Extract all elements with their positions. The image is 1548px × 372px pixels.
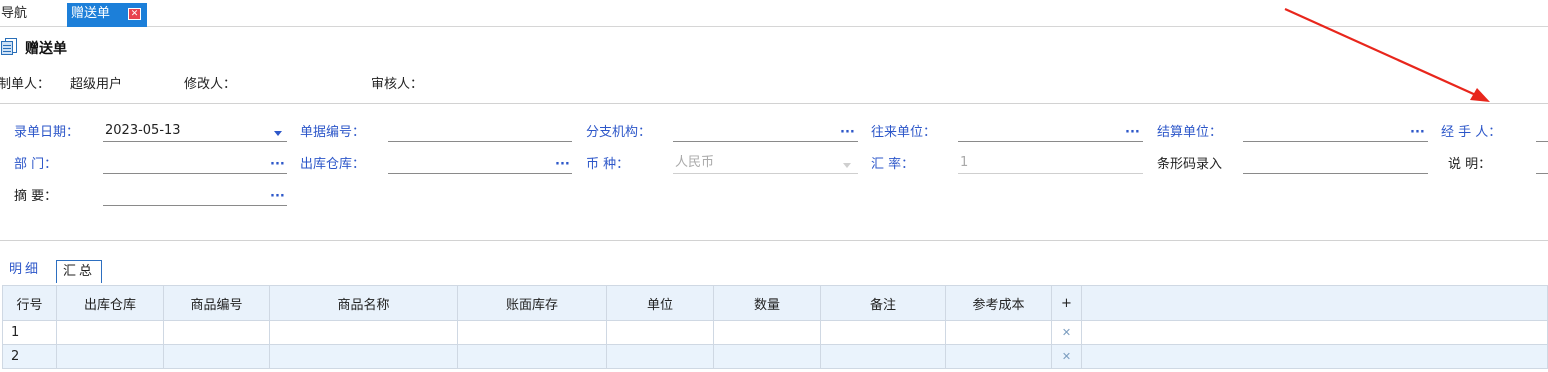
- branch-field[interactable]: [673, 122, 858, 142]
- cell-warehouse[interactable]: [56, 344, 164, 369]
- chevron-down-icon[interactable]: [274, 131, 282, 136]
- divider: [0, 240, 1548, 241]
- note-label: 说 明：: [1448, 157, 1492, 172]
- doc-no-label: 单据编号：: [300, 125, 366, 140]
- cell-ref-cost: [945, 344, 1052, 369]
- maker-label: 制单人：: [0, 77, 51, 92]
- currency-label: 币 种：: [586, 157, 630, 172]
- doc-no-field[interactable]: [388, 122, 572, 142]
- partner-lookup-icon[interactable]: ···: [1125, 126, 1140, 140]
- add-column-button[interactable]: +: [1051, 285, 1082, 321]
- cell-unit[interactable]: [606, 344, 714, 369]
- branch-label: 分支机构：: [586, 125, 652, 140]
- detail-grid: 行号 出库仓库 商品编号 商品名称 账面库存 单位 数量 备注 参考成本 + 1…: [2, 285, 1548, 369]
- cell-remark[interactable]: [820, 344, 946, 369]
- row-number: 2: [2, 344, 57, 369]
- table-row[interactable]: 1 ✕: [2, 320, 1548, 345]
- cell-product-code[interactable]: [163, 344, 270, 369]
- tab-detail[interactable]: 明细: [3, 259, 47, 283]
- currency-field[interactable]: 人民币: [673, 154, 858, 174]
- partner-field[interactable]: [958, 122, 1143, 142]
- handler-field[interactable]: [1536, 122, 1548, 142]
- note-field[interactable]: [1536, 154, 1548, 174]
- cell-quantity[interactable]: [713, 320, 821, 345]
- tab-gift-order-label: 赠送单: [71, 6, 111, 21]
- summary-lookup-icon[interactable]: ···: [270, 190, 285, 204]
- grid-header-row: 行号 出库仓库 商品编号 商品名称 账面库存 单位 数量 备注 参考成本 +: [2, 285, 1548, 321]
- tab-bar: 导航 赠送单 ✕: [0, 0, 1548, 27]
- dept-field[interactable]: [103, 154, 287, 174]
- cell-filler: [1081, 344, 1548, 369]
- rate-label: 汇 率：: [871, 157, 915, 172]
- cell-product-code[interactable]: [163, 320, 270, 345]
- tab-gift-order[interactable]: 赠送单 ✕: [67, 3, 147, 27]
- summary-field[interactable]: [103, 186, 287, 206]
- cell-filler: [1081, 320, 1548, 345]
- auditor-label: 审核人：: [371, 77, 424, 92]
- branch-lookup-icon[interactable]: ···: [840, 126, 855, 140]
- col-header-book-stock[interactable]: 账面库存: [457, 285, 607, 321]
- partner-label: 往来单位：: [871, 125, 937, 140]
- col-header-warehouse[interactable]: 出库仓库: [56, 285, 164, 321]
- tab-navigation[interactable]: 导航: [1, 4, 27, 24]
- cell-warehouse[interactable]: [56, 320, 164, 345]
- entry-date-field[interactable]: 2023-05-13: [103, 122, 287, 142]
- col-header-product-code[interactable]: 商品编号: [163, 285, 270, 321]
- barcode-label: 条形码录入: [1157, 157, 1223, 172]
- close-icon[interactable]: ✕: [128, 8, 141, 20]
- cell-unit[interactable]: [606, 320, 714, 345]
- warehouse-lookup-icon[interactable]: ···: [555, 158, 570, 172]
- cell-product-name[interactable]: [269, 320, 458, 345]
- settle-lookup-icon[interactable]: ···: [1410, 126, 1425, 140]
- modifier-label: 修改人：: [184, 77, 237, 92]
- col-header-filler: [1081, 285, 1548, 321]
- col-header-remark[interactable]: 备注: [820, 285, 946, 321]
- settle-label: 结算单位：: [1157, 125, 1223, 140]
- col-header-product-name[interactable]: 商品名称: [269, 285, 458, 321]
- col-header-quantity[interactable]: 数量: [713, 285, 821, 321]
- chevron-down-icon[interactable]: [843, 163, 851, 168]
- warehouse-label: 出库仓库：: [300, 157, 366, 172]
- cell-book-stock: [457, 320, 607, 345]
- barcode-field[interactable]: [1243, 154, 1428, 174]
- divider: [0, 103, 1548, 104]
- summary-label: 摘 要：: [14, 189, 58, 204]
- warehouse-field[interactable]: [388, 154, 572, 174]
- col-header-unit[interactable]: 单位: [606, 285, 714, 321]
- dept-label: 部 门：: [14, 157, 58, 172]
- col-header-row-no[interactable]: 行号: [2, 285, 57, 321]
- page-title-text: 赠送单: [25, 41, 67, 57]
- tab-summary[interactable]: 汇总: [56, 260, 103, 283]
- document-icon: [1, 38, 17, 55]
- delete-row-icon[interactable]: ✕: [1051, 344, 1082, 369]
- cell-book-stock: [457, 344, 607, 369]
- cell-product-name[interactable]: [269, 344, 458, 369]
- maker-value: 超级用户: [70, 77, 123, 92]
- delete-row-icon[interactable]: ✕: [1051, 320, 1082, 345]
- col-header-ref-cost[interactable]: 参考成本: [945, 285, 1052, 321]
- table-row[interactable]: 2 ✕: [2, 344, 1548, 369]
- cell-quantity[interactable]: [713, 344, 821, 369]
- settle-field[interactable]: [1243, 122, 1428, 142]
- entry-date-label: 录单日期：: [14, 125, 80, 140]
- handler-label: 经 手 人：: [1441, 125, 1502, 140]
- rate-field[interactable]: 1: [958, 154, 1143, 174]
- row-number: 1: [2, 320, 57, 345]
- cell-ref-cost: [945, 320, 1052, 345]
- dept-lookup-icon[interactable]: ···: [270, 158, 285, 172]
- cell-remark[interactable]: [820, 320, 946, 345]
